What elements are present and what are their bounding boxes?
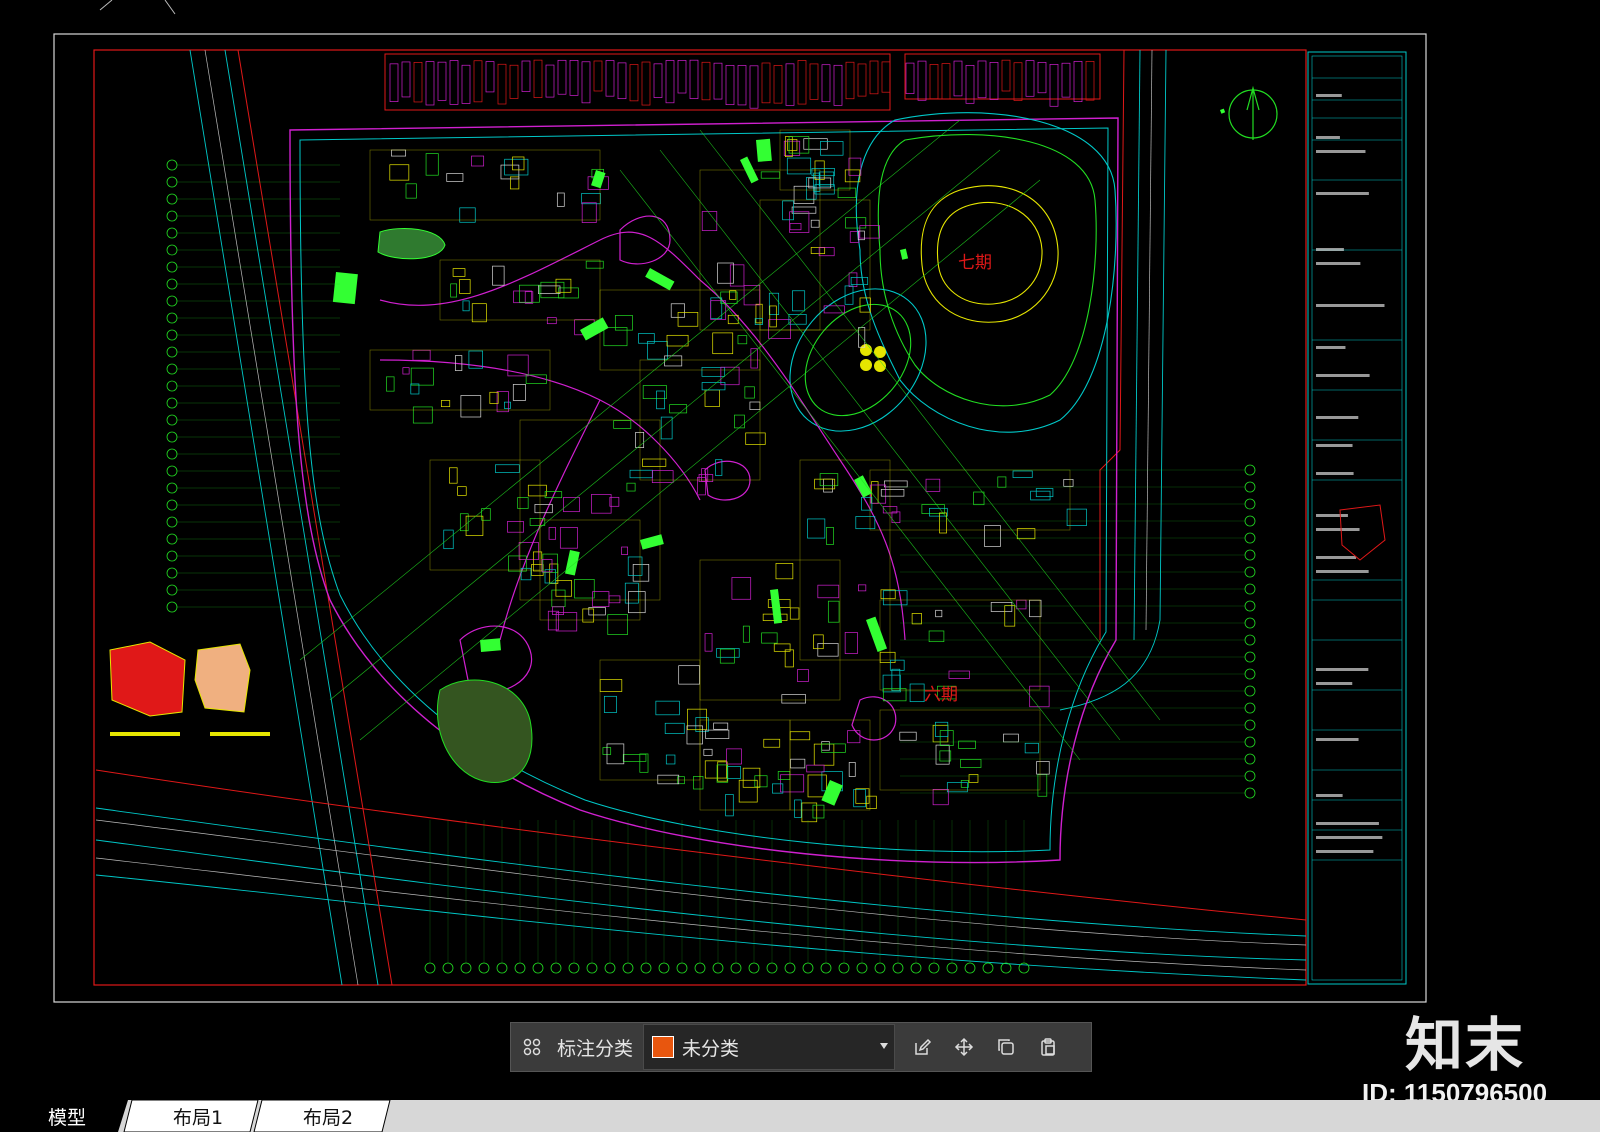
park-area-2 bbox=[377, 227, 446, 260]
move-icon[interactable] bbox=[943, 1023, 985, 1071]
chevron-down-icon bbox=[880, 1043, 889, 1049]
annotation-category-label: 标注分类 bbox=[557, 1037, 634, 1060]
red-property-lines bbox=[95, 49, 1307, 986]
edit-icon[interactable] bbox=[901, 1023, 943, 1071]
north-arrow bbox=[1228, 85, 1278, 140]
road-lines-white bbox=[95, 49, 1307, 986]
road-lines bbox=[95, 49, 1307, 986]
category-dropdown[interactable]: 未分类 bbox=[643, 1024, 896, 1070]
reference-thumbnail-1 bbox=[109, 641, 186, 717]
annotation-toolbar: 标注分类 未分类 bbox=[510, 1022, 1092, 1072]
category-color-swatch bbox=[652, 1036, 675, 1058]
park-area bbox=[436, 679, 533, 783]
layout-tab-bar: 模型 布局1 布局2 bbox=[0, 1100, 1600, 1132]
tab-model[interactable]: 模型 bbox=[20, 1100, 114, 1132]
grid-menu-icon[interactable] bbox=[511, 1023, 553, 1071]
copy-icon[interactable] bbox=[985, 1023, 1027, 1071]
central-oval bbox=[789, 288, 927, 432]
title-block bbox=[1307, 51, 1407, 985]
zone-7-label: 七期 bbox=[958, 253, 992, 273]
paste-icon[interactable] bbox=[1027, 1023, 1069, 1071]
zone-6-label: 六期 bbox=[924, 685, 958, 705]
category-value: 未分类 bbox=[682, 1037, 740, 1060]
cad-model-space[interactable] bbox=[0, 0, 1600, 1132]
tab-layout-2[interactable]: 布局2 bbox=[278, 1100, 378, 1132]
diagonal-axis-lines bbox=[299, 119, 1161, 761]
sheet-outer-border bbox=[53, 33, 1427, 1003]
site-logo: 知末 bbox=[1405, 1011, 1526, 1079]
reference-thumbnail-2 bbox=[194, 643, 251, 713]
tab-layout-1[interactable]: 布局1 bbox=[148, 1100, 248, 1132]
